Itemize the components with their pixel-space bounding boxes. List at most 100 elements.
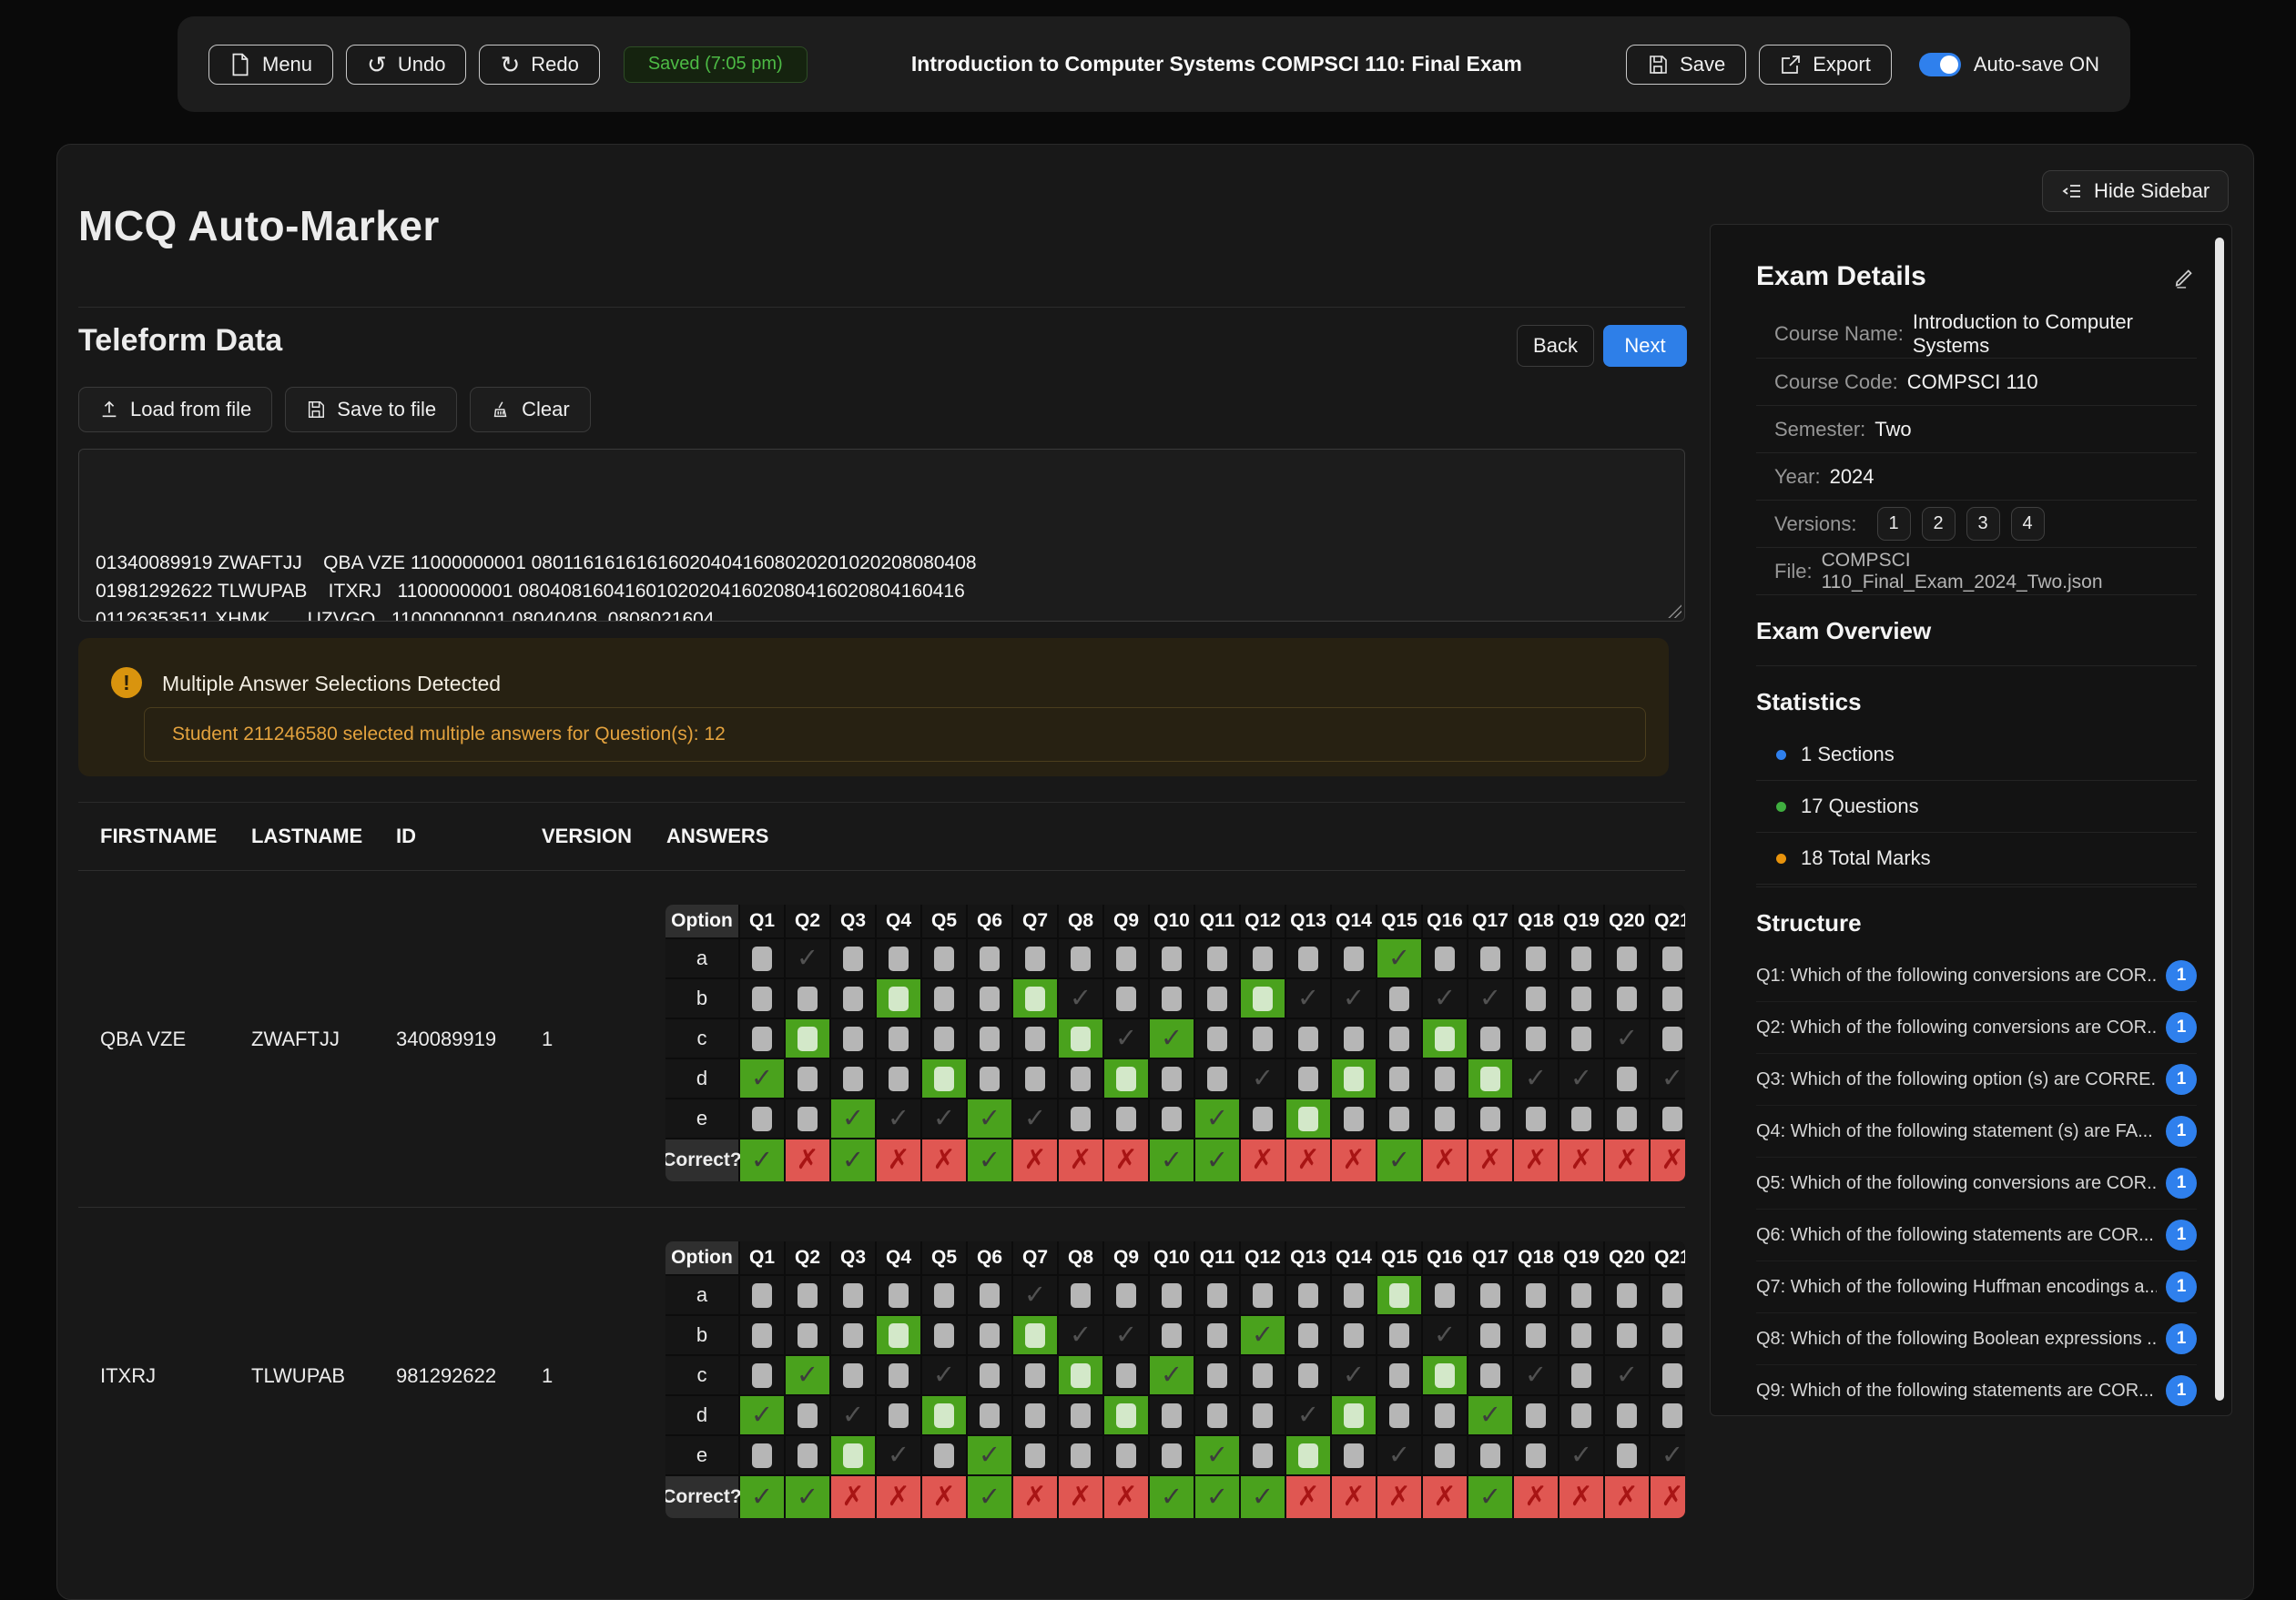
answer-cell[interactable] <box>831 1356 875 1394</box>
answer-cell[interactable] <box>1059 1019 1102 1058</box>
undo-button[interactable]: ↺ Undo <box>346 45 466 85</box>
answer-cell[interactable] <box>1104 1059 1148 1098</box>
structure-item[interactable]: Q7: Which of the following Huffman encod… <box>1756 1261 2197 1313</box>
answer-cell[interactable] <box>1468 1356 1512 1394</box>
answer-cell[interactable]: ✓ <box>1377 939 1421 977</box>
save-to-file-button[interactable]: Save to file <box>285 387 457 432</box>
answer-cell[interactable] <box>968 1019 1011 1058</box>
answer-cell[interactable] <box>877 1019 920 1058</box>
answer-cell[interactable]: ✓ <box>1377 1436 1421 1474</box>
answer-cell[interactable]: ✓ <box>922 1356 966 1394</box>
answer-cell[interactable] <box>1468 1276 1512 1314</box>
back-button[interactable]: Back <box>1517 325 1594 367</box>
answer-cell[interactable] <box>1332 1436 1376 1474</box>
answer-cell[interactable] <box>1059 1436 1102 1474</box>
answer-cell[interactable] <box>1195 1059 1239 1098</box>
answer-cell[interactable] <box>1286 1276 1330 1314</box>
answer-cell[interactable] <box>786 1316 829 1354</box>
answer-cell[interactable]: ✓ <box>1651 1436 1685 1474</box>
answer-cell[interactable]: ✓ <box>877 1099 920 1138</box>
answer-cell[interactable] <box>877 939 920 977</box>
answer-cell[interactable] <box>1150 1276 1194 1314</box>
answer-cell[interactable]: ✓ <box>1468 1396 1512 1434</box>
answer-cell[interactable] <box>1468 939 1512 977</box>
answer-cell[interactable] <box>1605 1276 1649 1314</box>
answer-cell[interactable] <box>1059 1099 1102 1138</box>
next-button[interactable]: Next <box>1603 325 1687 367</box>
answer-cell[interactable] <box>1104 1396 1148 1434</box>
answer-cell[interactable] <box>1559 1316 1603 1354</box>
answer-cell[interactable]: ✓ <box>1559 1059 1603 1098</box>
answer-cell[interactable] <box>1377 1099 1421 1138</box>
answer-cell[interactable] <box>1332 1059 1376 1098</box>
answer-cell[interactable]: ✓ <box>1286 979 1330 1018</box>
answer-cell[interactable]: ✓ <box>1286 1396 1330 1434</box>
answer-cell[interactable] <box>1605 939 1649 977</box>
answer-cell[interactable] <box>1651 1316 1685 1354</box>
save-button[interactable]: Save <box>1626 45 1746 85</box>
answer-cell[interactable] <box>1059 1356 1102 1394</box>
structure-item[interactable]: Q8: Which of the following Boolean expre… <box>1756 1313 2197 1365</box>
hide-sidebar-button[interactable]: Hide Sidebar <box>2042 170 2229 212</box>
answer-cell[interactable] <box>740 939 784 977</box>
answer-cell[interactable]: ✓ <box>1104 1316 1148 1354</box>
answer-cell[interactable]: ✓ <box>1013 1099 1057 1138</box>
answer-cell[interactable]: ✓ <box>831 1099 875 1138</box>
answer-cell[interactable]: ✓ <box>1150 1019 1194 1058</box>
answer-cell[interactable] <box>1104 979 1148 1018</box>
answer-cell[interactable] <box>1195 1356 1239 1394</box>
answer-cell[interactable] <box>1605 1059 1649 1098</box>
answer-cell[interactable]: ✓ <box>877 1436 920 1474</box>
answer-cell[interactable] <box>1332 1316 1376 1354</box>
answer-cell[interactable]: ✓ <box>968 1436 1011 1474</box>
answer-cell[interactable] <box>922 1436 966 1474</box>
answer-cell[interactable] <box>1423 1099 1467 1138</box>
answer-cell[interactable] <box>1059 1276 1102 1314</box>
load-from-file-button[interactable]: Load from file <box>78 387 272 432</box>
answer-cell[interactable] <box>968 939 1011 977</box>
answer-cell[interactable] <box>1241 1019 1285 1058</box>
answer-cell[interactable] <box>968 1356 1011 1394</box>
answer-cell[interactable] <box>1377 1316 1421 1354</box>
answer-cell[interactable]: ✓ <box>786 1356 829 1394</box>
answer-cell[interactable]: ✓ <box>1514 1059 1558 1098</box>
answer-cell[interactable] <box>1241 1436 1285 1474</box>
answer-cell[interactable]: ✓ <box>1651 1059 1685 1098</box>
answer-cell[interactable] <box>831 1059 875 1098</box>
answer-cell[interactable] <box>1286 1316 1330 1354</box>
answer-cell[interactable] <box>786 1436 829 1474</box>
answer-cell[interactable] <box>1514 1436 1558 1474</box>
answer-cell[interactable] <box>968 979 1011 1018</box>
answer-cell[interactable] <box>1195 979 1239 1018</box>
answer-cell[interactable] <box>1332 1276 1376 1314</box>
version-chip[interactable]: 1 <box>1877 507 1911 541</box>
answer-cell[interactable] <box>1104 939 1148 977</box>
answer-cell[interactable]: ✓ <box>1195 1436 1239 1474</box>
answer-cell[interactable]: ✓ <box>1150 1356 1194 1394</box>
answer-cell[interactable] <box>877 1316 920 1354</box>
sidebar-scrollbar[interactable] <box>2215 238 2224 1401</box>
answer-cell[interactable] <box>1651 1356 1685 1394</box>
answer-cell[interactable] <box>1241 979 1285 1018</box>
answer-cell[interactable]: ✓ <box>1605 1356 1649 1394</box>
answer-cell[interactable] <box>1241 939 1285 977</box>
answer-cell[interactable]: ✓ <box>1241 1316 1285 1354</box>
answer-cell[interactable] <box>740 1099 784 1138</box>
answer-cell[interactable]: ✓ <box>740 1396 784 1434</box>
answer-cell[interactable] <box>1150 1396 1194 1434</box>
answer-cell[interactable] <box>1059 939 1102 977</box>
answer-cell[interactable] <box>1559 1396 1603 1434</box>
answer-cell[interactable] <box>877 1396 920 1434</box>
answer-cell[interactable]: ✓ <box>1195 1099 1239 1138</box>
answer-cell[interactable] <box>786 1099 829 1138</box>
answer-cell[interactable] <box>1195 1396 1239 1434</box>
export-button[interactable]: Export <box>1759 45 1892 85</box>
answer-cell[interactable] <box>1013 1396 1057 1434</box>
answer-cell[interactable] <box>1286 1019 1330 1058</box>
answer-cell[interactable] <box>1195 939 1239 977</box>
answer-cell[interactable] <box>786 1019 829 1058</box>
answer-cell[interactable] <box>1468 1099 1512 1138</box>
answer-cell[interactable] <box>1559 1356 1603 1394</box>
answer-cell[interactable] <box>831 1019 875 1058</box>
answer-cell[interactable] <box>1286 1059 1330 1098</box>
